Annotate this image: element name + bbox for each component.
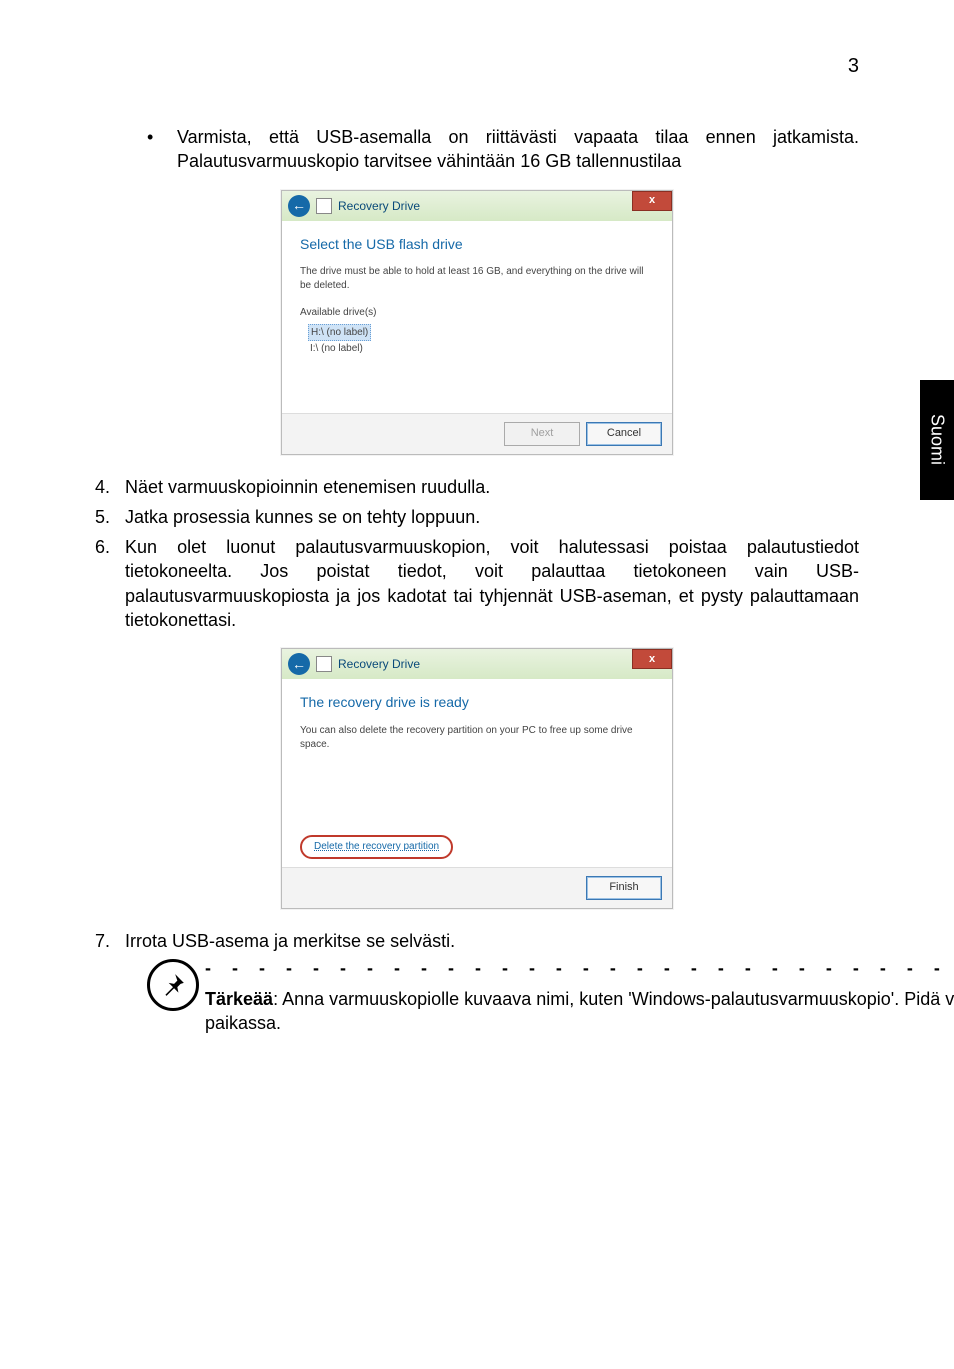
step-5-text: Jatka prosessia kunnes se on tehty loppu… [125, 505, 859, 529]
window-icon [316, 656, 332, 672]
pushpin-icon [147, 959, 199, 1011]
step-6-text: Kun olet luonut palautusvarmuuskopion, v… [125, 535, 859, 632]
pushpin-svg [160, 972, 186, 998]
recovery-drive-dialog-ready: ← Recovery Drive x The recovery drive is… [281, 648, 673, 908]
dialog-footer: Next Cancel [282, 413, 672, 454]
step-6: Kun olet luonut palautusvarmuuskopion, v… [95, 535, 859, 632]
delete-recovery-partition-link[interactable]: Delete the recovery partition [300, 835, 453, 859]
important-note: - - - - - - - - - - - - - - - - - - - - … [147, 959, 859, 1036]
language-side-tab-label: Suomi [927, 414, 948, 465]
page-content: • Varmista, että USB-asemalla on riittäv… [95, 125, 859, 1036]
dialog-footer: Finish [282, 867, 672, 908]
language-side-tab: Suomi [920, 380, 954, 500]
bullet-marker: • [147, 125, 177, 174]
intro-bullet-text: Varmista, että USB-asemalla on riittäväs… [177, 125, 859, 174]
step-7-text: Irrota USB-asema ja merkitse se selvästi… [125, 929, 859, 953]
step-7: Irrota USB-asema ja merkitse se selvästi… [95, 929, 859, 953]
dialog-body: Select the USB flash drive The drive mus… [282, 221, 672, 413]
page-number: 3 [848, 55, 859, 78]
document-page: 3 Suomi • Varmista, että USB-asemalla on… [0, 0, 954, 1369]
dialog-header: ← Recovery Drive x [282, 191, 672, 221]
close-button[interactable]: x [632, 191, 672, 211]
note-text: Tärkeää: Anna varmuuskopiolle kuvaava ni… [205, 987, 954, 1036]
dialog-body: The recovery drive is ready You can also… [282, 679, 672, 866]
intro-bullet: • Varmista, että USB-asemalla on riittäv… [147, 125, 859, 174]
drive-list: H:\ (no label) I:\ (no label) [300, 324, 654, 357]
step-4: Näet varmuuskopioinnin etenemisen ruudul… [95, 475, 859, 499]
window-icon [316, 198, 332, 214]
drive-item-selected[interactable]: H:\ (no label) [308, 324, 371, 342]
dialog-subtext: You can also delete the recovery partiti… [300, 724, 654, 751]
note-body: - - - - - - - - - - - - - - - - - - - - … [205, 959, 954, 1036]
ordered-steps: Näet varmuuskopioinnin etenemisen ruudul… [95, 475, 859, 633]
dialog-title: Recovery Drive [338, 198, 420, 214]
step-5: Jatka prosessia kunnes se on tehty loppu… [95, 505, 859, 529]
close-button[interactable]: x [632, 649, 672, 669]
back-icon[interactable]: ← [288, 195, 310, 217]
next-button[interactable]: Next [504, 422, 580, 446]
dialog-heading: Select the USB flash drive [300, 235, 654, 254]
cancel-button[interactable]: Cancel [586, 422, 662, 446]
recovery-drive-dialog-select-usb: ← Recovery Drive x Select the USB flash … [281, 190, 673, 455]
note-divider: - - - - - - - - - - - - - - - - - - - - … [205, 959, 954, 977]
intro-line1: Varmista, että USB-asemalla on riittäväs… [177, 127, 859, 147]
back-icon[interactable]: ← [288, 653, 310, 675]
dialog-title: Recovery Drive [338, 656, 420, 672]
finish-button[interactable]: Finish [586, 876, 662, 900]
dialog-subtext: The drive must be able to hold at least … [300, 265, 654, 292]
available-drives-label: Available drive(s) [300, 306, 654, 320]
drive-item[interactable]: I:\ (no label) [308, 341, 654, 357]
note-label: Tärkeää [205, 989, 273, 1009]
ordered-steps-cont: Irrota USB-asema ja merkitse se selvästi… [95, 929, 859, 953]
step-4-text: Näet varmuuskopioinnin etenemisen ruudul… [125, 475, 859, 499]
dialog-header: ← Recovery Drive x [282, 649, 672, 679]
note-content: : Anna varmuuskopiolle kuvaava nimi, kut… [205, 989, 954, 1033]
intro-line2: Palautusvarmuuskopio tarvitsee vähintään… [177, 151, 681, 171]
dialog-heading: The recovery drive is ready [300, 693, 654, 712]
